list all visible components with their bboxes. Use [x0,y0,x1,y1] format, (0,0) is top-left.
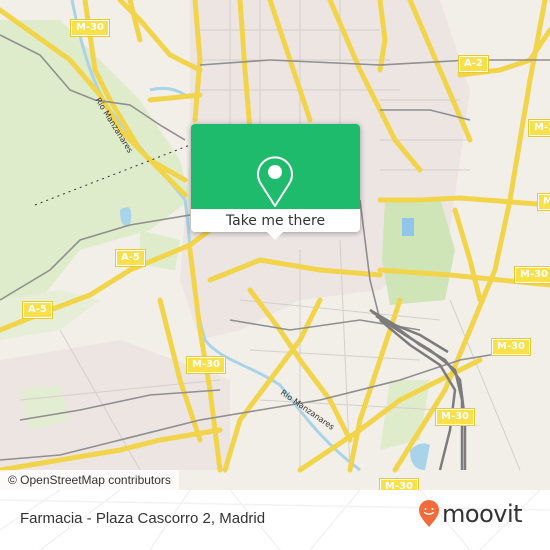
moovit-logo[interactable]: moovit [418,500,523,528]
road-label-m30: M-30 [490,338,532,356]
road-label-m30: M-30 [69,19,111,37]
park-retiro [382,198,455,305]
place-name: Farmacia - Plaza Cascorro 2, Madrid [20,510,266,527]
road-label-m30: M [537,193,550,211]
road-label-m30: M-30 [513,266,550,284]
moovit-pin-icon [419,500,439,527]
road-label-a5: A-5 [22,301,53,319]
map-view[interactable]: M-30 A-2 M-3 A-5 A-5 M-30 M-30 M-30 M-30… [0,0,550,490]
popup-pointer [267,232,283,240]
road-label-m30: M-30 [378,478,420,490]
road-label-m30: M-30 [434,408,476,426]
road-label-m30: M-3 [527,119,550,137]
popup-header [191,124,360,209]
moovit-wordmark: moovit [442,500,523,528]
take-me-there-button[interactable]: Take me there [191,209,360,232]
map-attribution[interactable]: © OpenStreetMap contributors [0,470,179,490]
retiro-pond [402,218,414,236]
footer-bar: Farmacia - Plaza Cascorro 2, Madrid moov… [0,490,550,550]
location-popup: Take me there [191,124,360,240]
road-label-a5: A-5 [115,249,146,267]
map-pin-icon [257,156,293,207]
road-label-m30: M-30 [185,356,227,374]
road-label-a2: A-2 [458,55,489,73]
